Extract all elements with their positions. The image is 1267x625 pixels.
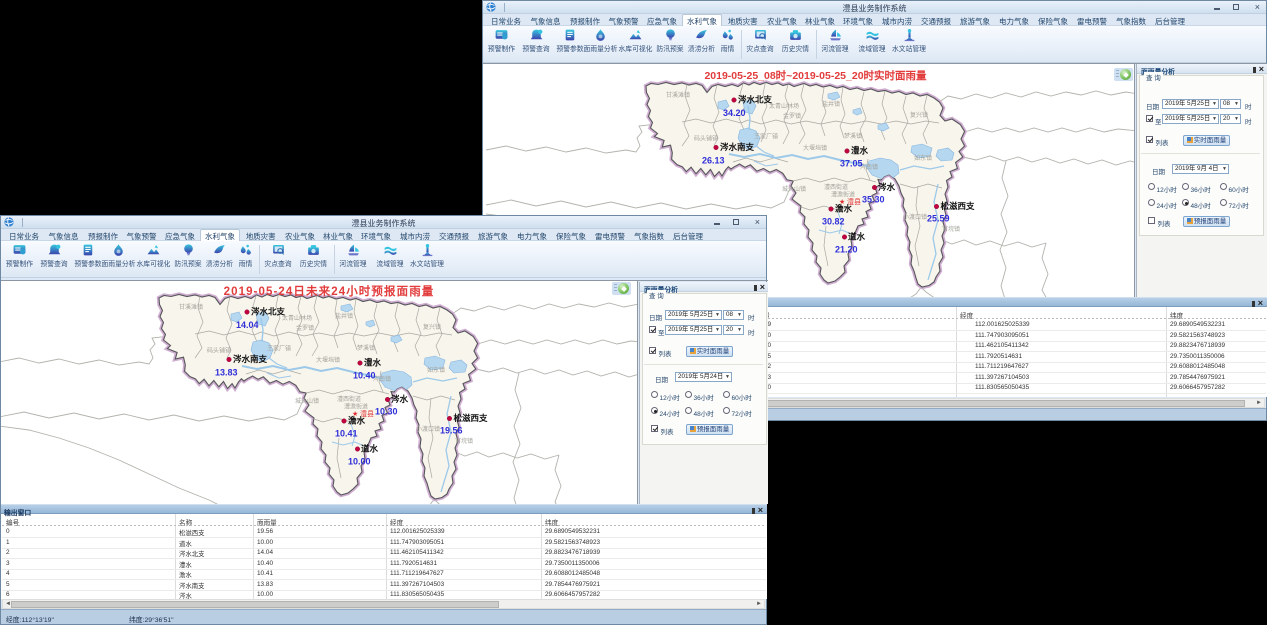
svg-text:25.59: 25.59: [927, 214, 950, 224]
svg-text:涔水南支: 涔水南支: [720, 142, 755, 152]
svg-text:13.83: 13.83: [215, 368, 238, 378]
svg-text:26.13: 26.13: [702, 156, 725, 166]
svg-text:涔水北支: 涔水北支: [251, 307, 286, 317]
svg-text:道水: 道水: [361, 444, 379, 454]
svg-text:10.40: 10.40: [353, 371, 376, 381]
svg-text:太青山林场: 太青山林场: [769, 102, 799, 110]
svg-text:澧澹街道: 澧澹街道: [831, 191, 855, 199]
svg-text:小渡口镇: 小渡口镇: [903, 213, 927, 221]
svg-text:21.20: 21.20: [835, 245, 858, 255]
svg-text:官垸镇: 官垸镇: [455, 437, 473, 445]
svg-text:梦溪镇: 梦溪镇: [844, 132, 862, 140]
svg-text:码头铺镇: 码头铺镇: [207, 347, 231, 355]
svg-text:涔水南支: 涔水南支: [233, 354, 268, 364]
svg-text:澧西街道: 澧西街道: [824, 183, 848, 191]
svg-text:14.04: 14.04: [236, 320, 259, 330]
svg-text:松滋西支: 松滋西支: [454, 413, 489, 423]
svg-text:10.41: 10.41: [335, 429, 358, 439]
svg-text:澹水: 澹水: [835, 204, 853, 214]
svg-text:城头山镇: 城头山镇: [295, 397, 319, 405]
svg-text:涔南镇: 涔南镇: [373, 375, 391, 383]
svg-text:王家厂镇: 王家厂镇: [754, 133, 778, 141]
svg-text:如东镇: 如东镇: [427, 366, 445, 374]
svg-text:澧水: 澧水: [851, 146, 869, 156]
svg-text:如东镇: 如东镇: [914, 154, 932, 162]
svg-text:甘溪滩镇: 甘溪滩镇: [179, 303, 203, 311]
svg-text:码头铺镇: 码头铺镇: [694, 135, 718, 143]
svg-text:19.56: 19.56: [440, 426, 463, 436]
svg-text:35.30: 35.30: [862, 195, 885, 205]
svg-text:大堰垱镇: 大堰垱镇: [803, 144, 827, 152]
svg-text:复兴镇: 复兴镇: [423, 323, 441, 331]
svg-text:大堰垱镇: 大堰垱镇: [316, 356, 340, 364]
svg-text:澹水: 澹水: [348, 416, 366, 426]
svg-text:金罗镇: 金罗镇: [783, 112, 801, 120]
svg-text:太青山林场: 太青山林场: [282, 314, 312, 322]
svg-text:复兴镇: 复兴镇: [910, 111, 928, 119]
svg-text:梦溪镇: 梦溪镇: [357, 344, 375, 352]
svg-text:37.05: 37.05: [840, 159, 863, 169]
svg-text:涔水北支: 涔水北支: [738, 95, 773, 105]
svg-text:30.82: 30.82: [822, 217, 845, 227]
svg-text:盐井镇: 盐井镇: [335, 312, 353, 320]
svg-text:10.30: 10.30: [375, 407, 398, 417]
svg-text:澧水: 澧水: [364, 358, 382, 368]
svg-text:松滋西支: 松滋西支: [941, 201, 976, 211]
svg-text:澧澹街道: 澧澹街道: [344, 403, 368, 411]
svg-text:涔水: 涔水: [391, 394, 409, 404]
svg-text:金罗镇: 金罗镇: [296, 324, 314, 332]
svg-text:涔水: 涔水: [878, 182, 896, 192]
svg-text:小渡口镇: 小渡口镇: [416, 425, 440, 433]
svg-text:甘溪滩镇: 甘溪滩镇: [666, 91, 690, 99]
svg-text:34.20: 34.20: [723, 108, 746, 118]
svg-text:盐井镇: 盐井镇: [822, 100, 840, 108]
svg-text:王家厂镇: 王家厂镇: [267, 345, 291, 353]
svg-text:涔南镇: 涔南镇: [860, 163, 878, 171]
svg-text:城头山镇: 城头山镇: [782, 185, 806, 193]
svg-text:道水: 道水: [848, 232, 866, 242]
svg-text:10.00: 10.00: [348, 457, 371, 467]
svg-text:官垸镇: 官垸镇: [942, 225, 960, 233]
svg-text:澧西街道: 澧西街道: [337, 395, 361, 403]
